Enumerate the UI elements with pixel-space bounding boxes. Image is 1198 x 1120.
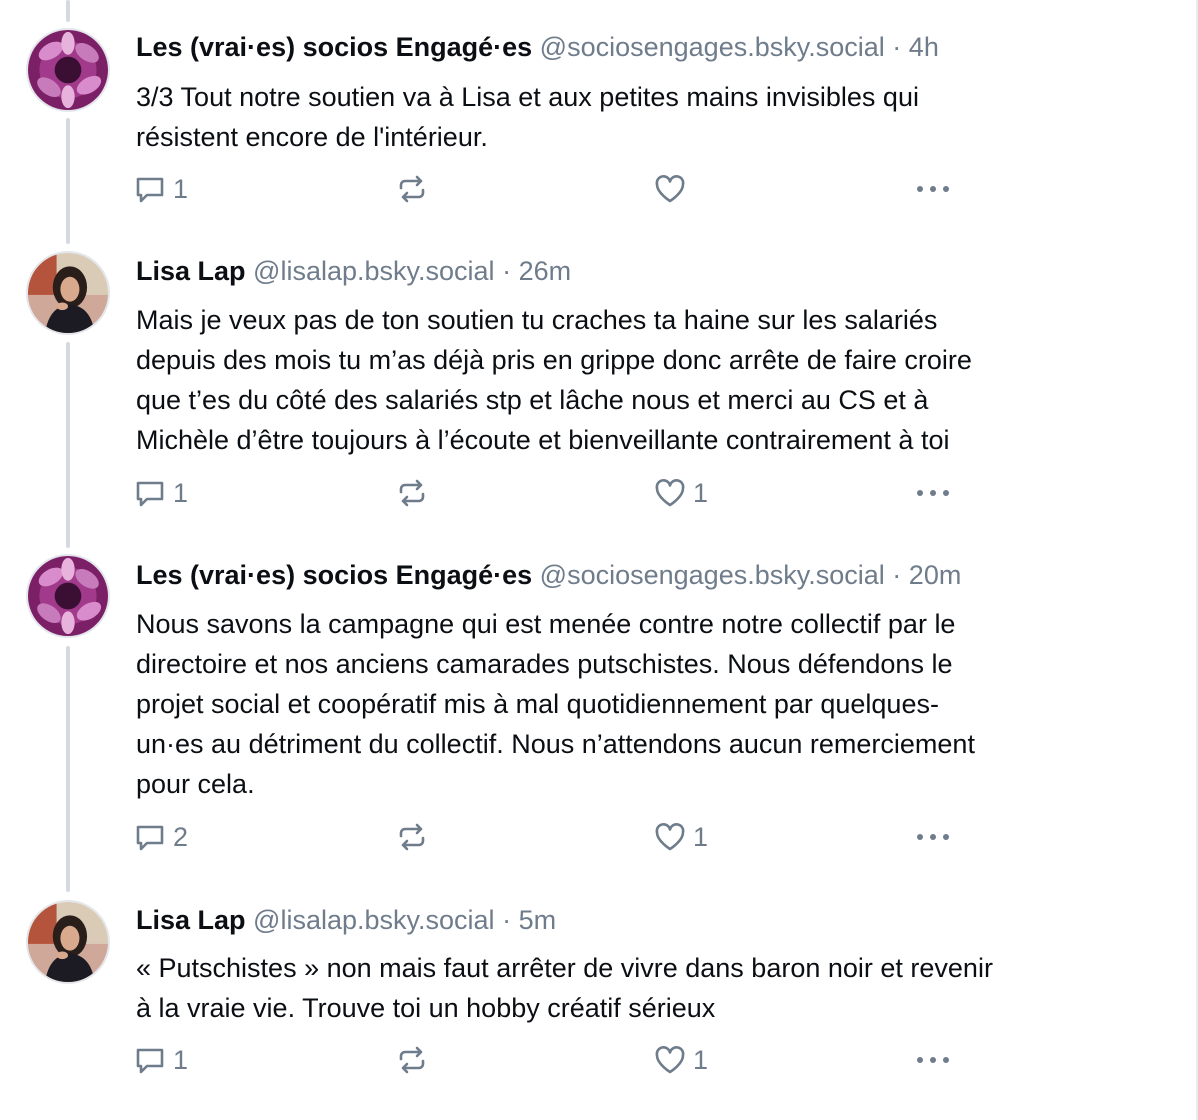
ellipsis-icon: [917, 834, 949, 840]
post-header: Les (vrai·es) socios Engagé·es @sociosen…: [136, 31, 939, 63]
separator: ·: [502, 905, 512, 935]
socios-hands-avatar[interactable]: [26, 554, 110, 638]
author-handle[interactable]: @lisalap.bsky.social: [253, 905, 495, 935]
repost-button[interactable]: [395, 476, 435, 510]
post-text: 3/3 Tout notre soutien va à Lisa et aux …: [136, 77, 1166, 157]
post-actions: 1 1: [133, 476, 963, 510]
post-text-line: Michèle d’être toujours à l’écoute et bi…: [136, 425, 950, 455]
separator: ·: [502, 256, 512, 286]
separator: ·: [892, 32, 902, 62]
ellipsis-icon: [917, 1057, 949, 1063]
ellipsis-icon: [917, 186, 949, 192]
repost-arrows-icon: [399, 479, 425, 507]
post-text-line: 3/3 Tout notre soutien va à Lisa et aux …: [136, 82, 919, 112]
like-button[interactable]: 1: [653, 476, 708, 510]
post-text: « Putschistes » non mais faut arrêter de…: [136, 948, 1166, 1028]
post-header: Les (vrai·es) socios Engagé·es @sociosen…: [136, 559, 961, 591]
post[interactable]: Les (vrai·es) socios Engagé·es @sociosen…: [0, 0, 1196, 245]
post-text-line: Mais je veux pas de ton soutien tu crach…: [136, 305, 938, 335]
post[interactable]: Lisa Lap @lisalap.bsky.social · 5m « Put…: [0, 895, 1196, 1120]
heart-icon: [655, 823, 685, 851]
post-text: Nous savons la campagne qui est menée co…: [136, 604, 1166, 804]
like-button[interactable]: 1: [653, 820, 708, 854]
repost-button[interactable]: [395, 1043, 435, 1077]
ellipsis-icon: [917, 490, 949, 496]
post-text-line: résistent encore de l'intérieur.: [136, 122, 488, 152]
post-time[interactable]: 26m: [519, 256, 572, 286]
author-name[interactable]: Les (vrai·es) socios Engagé·es: [136, 560, 532, 590]
post-text-line: pour cela.: [136, 769, 255, 799]
more-options-button[interactable]: [913, 820, 953, 854]
post-actions: 1 1: [133, 1043, 963, 1077]
author-handle[interactable]: @sociosengages.bsky.social: [540, 32, 885, 62]
reply-button[interactable]: 1: [133, 1043, 188, 1077]
like-count: 1: [693, 821, 709, 852]
heart-icon: [655, 479, 685, 507]
reply-button[interactable]: 2: [133, 820, 188, 854]
author-handle[interactable]: @sociosengages.bsky.social: [540, 560, 885, 590]
author-name[interactable]: Lisa Lap: [136, 256, 246, 286]
heart-icon: [655, 175, 685, 203]
like-count: 1: [693, 477, 709, 508]
post-text-line: à la vraie vie. Trouve toi un hobby créa…: [136, 993, 716, 1023]
more-options-button[interactable]: [913, 172, 953, 206]
post[interactable]: Lisa Lap @lisalap.bsky.social · 26m Mais…: [0, 245, 1196, 550]
more-options-button[interactable]: [913, 1043, 953, 1077]
reply-button[interactable]: 1: [133, 476, 188, 510]
socios-hands-avatar[interactable]: [26, 28, 110, 112]
reply-count: 1: [173, 173, 189, 204]
post-text-line: « Putschistes » non mais faut arrêter de…: [136, 953, 993, 983]
post[interactable]: Les (vrai·es) socios Engagé·es @sociosen…: [0, 550, 1196, 895]
heart-icon: [655, 1046, 685, 1074]
speech-bubble-icon: [136, 177, 164, 203]
speech-bubble-icon: [136, 1048, 164, 1074]
post-text-line: un·es au détriment du collectif. Nous n’…: [136, 729, 975, 759]
reply-count: 1: [173, 1044, 189, 1075]
post-text-line: depuis des mois tu m’as déjà pris en gri…: [136, 345, 972, 375]
author-name[interactable]: Lisa Lap: [136, 905, 246, 935]
repost-button[interactable]: [395, 820, 435, 854]
post-actions: 2 1: [133, 820, 963, 854]
lisa-portrait-avatar[interactable]: [26, 251, 110, 335]
lisa-portrait-avatar[interactable]: [26, 900, 110, 984]
post-time[interactable]: 4h: [909, 32, 939, 62]
separator: ·: [892, 560, 902, 590]
speech-bubble-icon: [136, 825, 164, 851]
repost-button[interactable]: [395, 172, 435, 206]
post-time[interactable]: 5m: [519, 905, 557, 935]
post-text-line: Nous savons la campagne qui est menée co…: [136, 609, 956, 639]
repost-arrows-icon: [399, 823, 425, 851]
reply-button[interactable]: 1: [133, 172, 188, 206]
reply-count: 2: [173, 821, 189, 852]
like-button[interactable]: 1: [653, 1043, 708, 1077]
like-count: 1: [693, 1044, 709, 1075]
like-button[interactable]: [653, 172, 693, 206]
repost-arrows-icon: [399, 175, 425, 203]
post-actions: 1: [133, 172, 963, 206]
speech-bubble-icon: [136, 481, 164, 507]
author-name[interactable]: Les (vrai·es) socios Engagé·es: [136, 32, 532, 62]
more-options-button[interactable]: [913, 476, 953, 510]
repost-arrows-icon: [399, 1046, 425, 1074]
post-time[interactable]: 20m: [909, 560, 962, 590]
post-header: Lisa Lap @lisalap.bsky.social · 5m: [136, 904, 556, 936]
post-text-line: projet social et coopératif mis à mal qu…: [136, 689, 939, 719]
post-text: Mais je veux pas de ton soutien tu crach…: [136, 300, 1166, 460]
author-handle[interactable]: @lisalap.bsky.social: [253, 256, 495, 286]
reply-count: 1: [173, 477, 189, 508]
post-text-line: directoire et nos anciens camarades puts…: [136, 649, 953, 679]
post-text-line: que t’es du côté des salariés stp et lâc…: [136, 385, 929, 415]
post-header: Lisa Lap @lisalap.bsky.social · 26m: [136, 255, 571, 287]
